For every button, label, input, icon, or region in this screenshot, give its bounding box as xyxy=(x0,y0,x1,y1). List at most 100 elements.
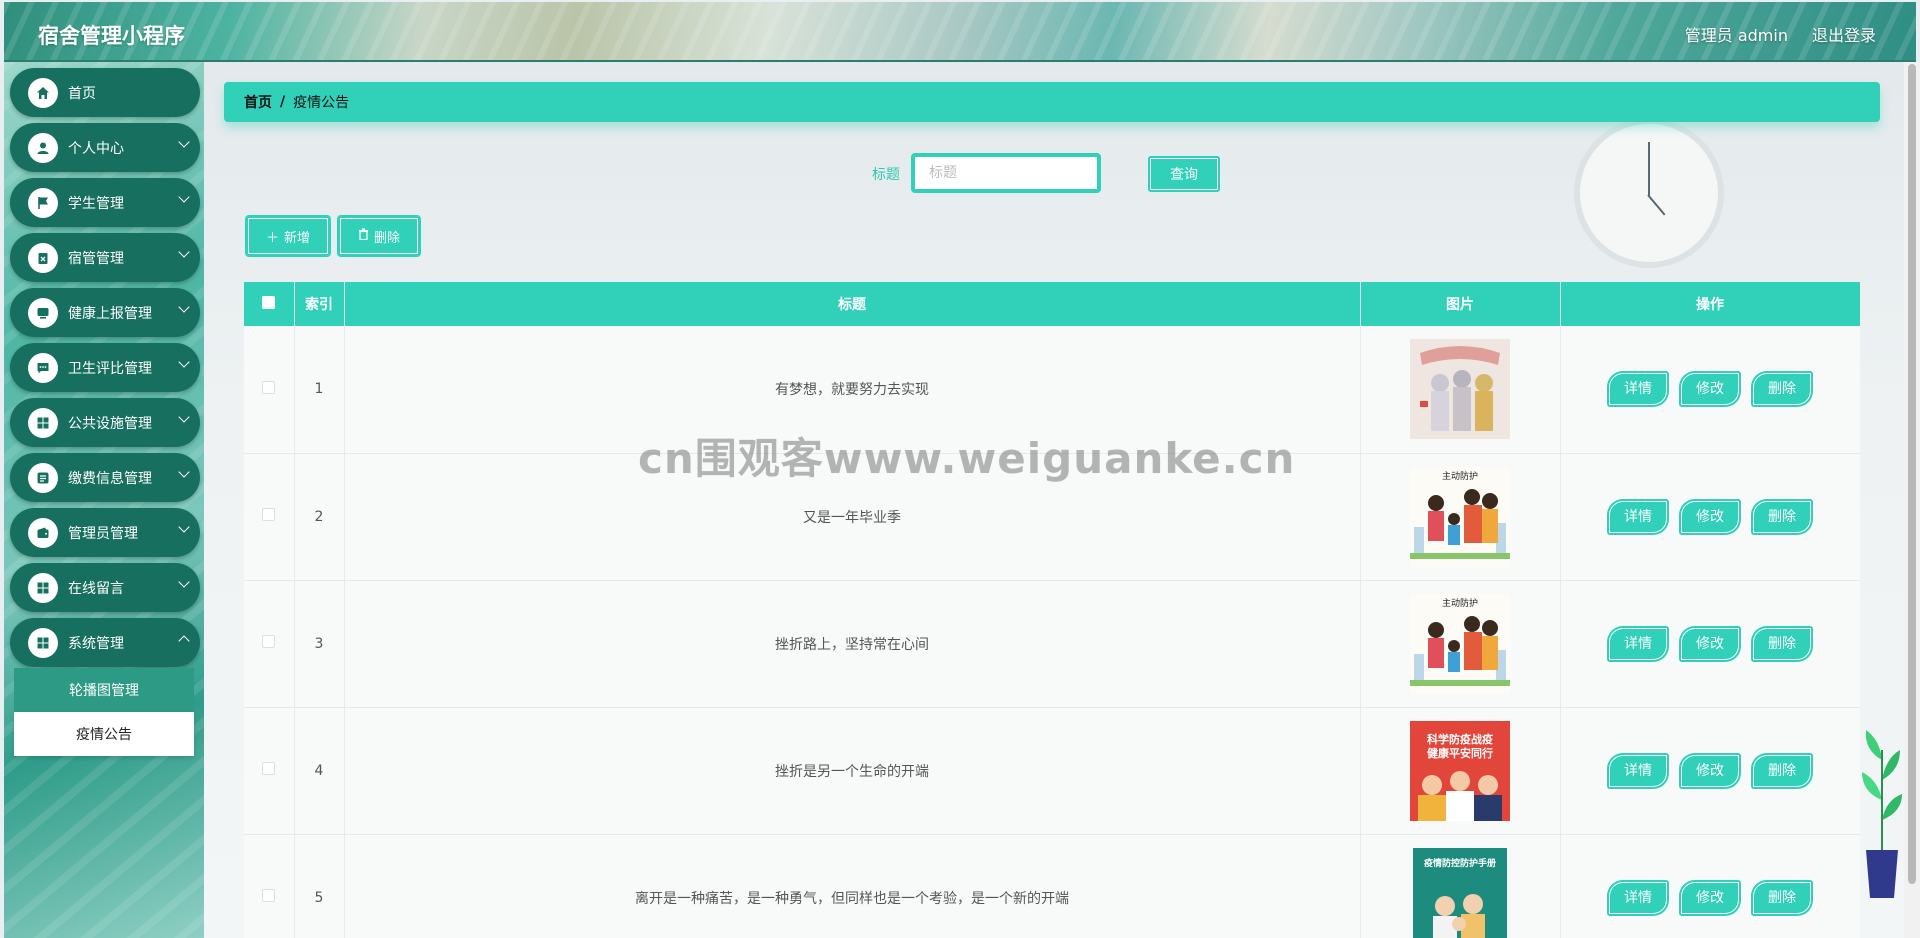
sidebar-item-messages[interactable]: 在线留言 xyxy=(10,563,200,612)
toolbar: ＋ 新增 删除 xyxy=(246,216,421,256)
row-checkbox[interactable] xyxy=(262,508,276,521)
sidebar-item-home[interactable]: 首页 xyxy=(10,68,200,117)
edit-button[interactable]: 修改 xyxy=(1679,879,1741,916)
row-image-cell: 科学防疫战疫 健康平安同行 xyxy=(1360,707,1561,834)
sidebar-item-health-report[interactable]: 健康上报管理 xyxy=(10,288,200,337)
column-header-title: 标题 xyxy=(344,282,1361,326)
grid-icon xyxy=(28,572,58,603)
sidebar-item-system[interactable]: 系统管理 xyxy=(10,618,200,667)
search-input[interactable] xyxy=(912,154,1100,192)
sidebar-item-dorm-admin[interactable]: 宿管管理 xyxy=(10,233,200,282)
detail-button[interactable]: 详情 xyxy=(1607,371,1669,408)
row-delete-button[interactable]: 删除 xyxy=(1751,498,1813,535)
sidebar-subitem-epidemic-notice[interactable]: 疫情公告 xyxy=(14,712,194,756)
row-delete-button[interactable]: 删除 xyxy=(1751,625,1813,662)
admin-user-label[interactable]: 管理员 admin xyxy=(1685,22,1788,46)
table-row: 5 离开是一种痛苦，是一种勇气，但同样也是一个考验，是一个新的开端 疫情防控防护… xyxy=(244,834,1860,938)
sidebar-item-label: 宿管管理 xyxy=(68,250,124,267)
add-button[interactable]: ＋ 新增 xyxy=(246,216,331,256)
row-image-cell: 主动防护 xyxy=(1360,580,1561,707)
sidebar-item-label: 个人中心 xyxy=(68,140,124,157)
sidebar-item-label: 在线留言 xyxy=(68,580,124,597)
page-scrollbar[interactable] xyxy=(1904,62,1920,938)
chevron-down-icon xyxy=(178,136,190,148)
breadcrumb-current: 疫情公告 xyxy=(293,95,350,111)
list-icon xyxy=(28,462,58,493)
edit-button[interactable]: 修改 xyxy=(1679,752,1741,789)
table-row: 1 有梦想，就要努力去实现 详情 修改 删除 xyxy=(244,326,1860,453)
plant-decoration xyxy=(1862,730,1902,898)
row-delete-button[interactable]: 删除 xyxy=(1751,371,1813,408)
query-button[interactable]: 查询 xyxy=(1148,156,1220,192)
sidebar-item-label: 卫生评比管理 xyxy=(68,360,152,377)
sidebar-item-hygiene[interactable]: 卫生评比管理 xyxy=(10,343,200,392)
row-index: 5 xyxy=(294,834,345,938)
chevron-down-icon xyxy=(178,191,190,203)
sidebar-item-label: 健康上报管理 xyxy=(68,305,152,322)
breadcrumb-home[interactable]: 首页 xyxy=(244,92,272,112)
chat-icon xyxy=(28,352,58,383)
detail-button[interactable]: 详情 xyxy=(1607,625,1669,662)
flag-icon xyxy=(28,187,58,218)
poster-family-masks-image[interactable]: 主动防护 xyxy=(1410,593,1510,694)
select-all-checkbox[interactable] xyxy=(262,295,276,309)
search-bar: 标题 查询 xyxy=(204,152,1904,194)
trash-icon xyxy=(358,228,369,244)
sidebar-item-administrator[interactable]: 管理员管理 xyxy=(10,508,200,557)
sidebar: 首页 个人中心 学生管理 宿管管理 健康上报管理 卫生评比管理 公共设施管理 缴… xyxy=(4,62,204,938)
sidebar-item-personal-center[interactable]: 个人中心 xyxy=(10,123,200,172)
breadcrumb-separator: / xyxy=(280,94,286,110)
add-button-label: 新增 xyxy=(284,230,311,246)
notice-table: 索引 标题 图片 操作 1 有梦想，就要努力去实现 详情 修改 删除 2 又是一… xyxy=(244,282,1860,938)
grid-icon xyxy=(28,407,58,438)
sidebar-item-facilities[interactable]: 公共设施管理 xyxy=(10,398,200,447)
app-title: 宿舍管理小程序 xyxy=(38,24,185,48)
scrollbar-thumb[interactable] xyxy=(1908,64,1916,884)
poster-text: 疫情防控防护手册 xyxy=(1424,857,1496,869)
chevron-up-icon xyxy=(178,635,190,647)
column-header-index: 索引 xyxy=(294,282,345,326)
chevron-down-icon xyxy=(178,466,190,478)
detail-button[interactable]: 详情 xyxy=(1607,879,1669,916)
edit-button[interactable]: 修改 xyxy=(1679,371,1741,408)
row-actions: 详情 修改 删除 xyxy=(1560,834,1860,938)
poster-red-prevention-image[interactable]: 科学防疫战疫 健康平安同行 xyxy=(1410,720,1510,821)
edit-button[interactable]: 修改 xyxy=(1679,625,1741,662)
delete-button-label: 删除 xyxy=(374,230,401,246)
row-delete-button[interactable]: 删除 xyxy=(1751,752,1813,789)
user-icon xyxy=(28,132,58,163)
row-title: 离开是一种痛苦，是一种勇气，但同样也是一个考验，是一个新的开端 xyxy=(344,834,1361,938)
chevron-down-icon xyxy=(178,411,190,423)
poster-doctors-image[interactable] xyxy=(1410,339,1510,440)
row-actions: 详情 修改 删除 xyxy=(1560,453,1860,580)
top-header: 宿舍管理小程序 管理员 admin 退出登录 xyxy=(4,2,1916,62)
poster-text: 科学防疫战疫 xyxy=(1427,732,1493,746)
sidebar-item-payment[interactable]: 缴费信息管理 xyxy=(10,453,200,502)
poster-family-masks-image[interactable]: 主动防护 xyxy=(1410,466,1510,567)
logout-link[interactable]: 退出登录 xyxy=(1812,22,1876,46)
detail-button[interactable]: 详情 xyxy=(1607,752,1669,789)
column-header-actions: 操作 xyxy=(1560,282,1860,326)
row-checkbox[interactable] xyxy=(262,635,276,648)
delete-button[interactable]: 删除 xyxy=(338,216,421,256)
clipboard-icon xyxy=(28,242,58,273)
sidebar-item-label: 公共设施管理 xyxy=(68,415,152,432)
sidebar-subitem-carousel[interactable]: 轮播图管理 xyxy=(14,668,194,712)
row-checkbox[interactable] xyxy=(262,889,276,902)
wallet-icon xyxy=(28,517,58,548)
row-actions: 详情 修改 删除 xyxy=(1560,580,1860,707)
detail-button[interactable]: 详情 xyxy=(1607,498,1669,535)
row-delete-button[interactable]: 删除 xyxy=(1751,879,1813,916)
breadcrumb: 首页 / 疫情公告 xyxy=(224,82,1880,122)
sidebar-item-student[interactable]: 学生管理 xyxy=(10,178,200,227)
home-icon xyxy=(28,77,58,108)
select-all-cell xyxy=(244,282,295,326)
edit-button[interactable]: 修改 xyxy=(1679,498,1741,535)
poster-text: 主动防护 xyxy=(1442,597,1478,609)
row-checkbox[interactable] xyxy=(262,762,276,775)
chevron-down-icon xyxy=(178,521,190,533)
poster-handbook-image[interactable]: 疫情防控防护手册 xyxy=(1413,847,1507,938)
row-checkbox[interactable] xyxy=(262,380,276,394)
row-index: 4 xyxy=(294,707,345,834)
poster-text: 主动防护 xyxy=(1442,470,1478,482)
